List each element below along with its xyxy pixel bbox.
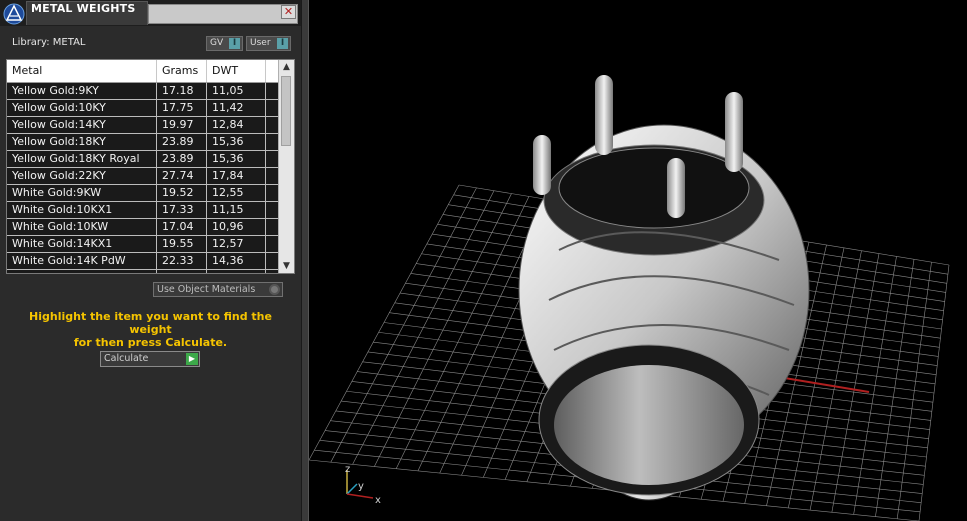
metal-cell: Yellow Gold:22KY	[7, 168, 157, 184]
use-object-materials-label: Use Object Materials	[157, 284, 256, 295]
calculate-label: Calculate	[104, 353, 149, 364]
dwt-cell: 10,96	[207, 219, 266, 235]
grams-cell: 19.52	[157, 185, 207, 201]
grid-line	[831, 253, 880, 513]
grams-cell: 19.97	[157, 117, 207, 133]
gv-toggle-indicator: I	[229, 38, 240, 49]
grid-line	[875, 259, 915, 517]
metal-cell: Yellow Gold:14KY	[7, 117, 157, 133]
gizmo-y-label: y	[358, 481, 364, 492]
column-header-metal[interactable]: Metal	[7, 60, 157, 82]
axis-gizmo: z y x	[345, 464, 381, 506]
grams-cell: 17.33	[157, 202, 207, 218]
table-row[interactable]: White Gold:10KW 17.04 10,96	[7, 219, 279, 236]
instruction-line-1: Highlight the item you want to find the …	[29, 310, 272, 336]
table-row[interactable]: Yellow Gold:14KY 19.97 12,84	[7, 117, 279, 134]
grams-cell: 17.18	[157, 83, 207, 99]
ring-model	[518, 75, 810, 501]
column-header-dwt[interactable]: DWT	[207, 60, 266, 82]
gizmo-x-axis	[346, 493, 374, 499]
title-bar-fill	[148, 4, 298, 24]
table-row[interactable]: Yellow Gold:18KY 23.89 15,36	[7, 134, 279, 151]
grams-cell: 27.74	[157, 168, 207, 184]
dwt-cell: 17,84	[207, 168, 266, 184]
radio-indicator-icon	[269, 284, 280, 295]
metal-weights-panel: METAL WEIGHTS ✕ Library: METAL GV I User…	[0, 0, 301, 521]
grams-cell: 22.33	[157, 253, 207, 269]
dwt-cell: 14,36	[207, 253, 266, 269]
scroll-up-arrow-icon[interactable]: ▲	[279, 60, 294, 74]
metal-cell: Yellow Gold:9KY	[7, 83, 157, 99]
table-row[interactable]: White Gold:14K PdW 22.33 14,36	[7, 253, 279, 270]
dwt-cell	[207, 270, 266, 273]
table-header: Metal Grams DWT	[7, 60, 279, 83]
table-row[interactable]: White Gold:14KX1 19.55 12,57	[7, 236, 279, 253]
gv-toggle-label: GV	[210, 38, 224, 48]
dwt-cell: 12,84	[207, 117, 266, 133]
grid-line	[853, 256, 897, 515]
calculate-button[interactable]: Calculate ▶	[100, 351, 200, 367]
table-row[interactable]: White Gold:10KX1 17.33 11,15	[7, 202, 279, 219]
panel-titlebar: METAL WEIGHTS ✕	[0, 0, 301, 26]
table-row[interactable]: Yellow Gold:9KY 17.18 11,05	[7, 83, 279, 100]
table-row[interactable]: White Gold:9KW 19.52 12,55	[7, 185, 279, 202]
use-object-materials-toggle[interactable]: Use Object Materials	[153, 282, 283, 297]
gizmo-y-axis	[346, 483, 358, 495]
close-button[interactable]: ✕	[281, 5, 296, 19]
library-label: Library: METAL	[12, 37, 86, 48]
panel-title: METAL WEIGHTS	[31, 2, 136, 15]
grams-cell: 17.75	[157, 100, 207, 116]
metal-cell: White Gold:10KX1	[7, 202, 157, 218]
grid-line	[896, 262, 932, 519]
metal-weights-table[interactable]: Metal Grams DWT Yellow Gold:9KY 17.18 11,0…	[6, 59, 295, 274]
app-logo-icon	[3, 3, 25, 25]
user-library-toggle[interactable]: User I	[246, 36, 291, 51]
table-row[interactable]: Yellow Gold:22KY 27.74 17,84	[7, 168, 279, 185]
scroll-down-arrow-icon[interactable]: ▼	[279, 259, 294, 273]
gizmo-z-label: z	[345, 464, 350, 475]
column-header-grams[interactable]: Grams	[157, 60, 207, 82]
grams-cell	[157, 270, 207, 273]
user-toggle-label: User	[250, 38, 271, 48]
panel-splitter[interactable]	[301, 0, 309, 521]
table-row-partial[interactable]	[7, 270, 279, 273]
grid-line	[918, 264, 950, 521]
gizmo-x-label: x	[375, 495, 381, 506]
table-body: Yellow Gold:9KY 17.18 11,05 Yellow Gold:10…	[7, 83, 279, 273]
table-row[interactable]: Yellow Gold:18KY Royal 23.89 15,36	[7, 151, 279, 168]
play-arrow-icon: ▶	[186, 353, 198, 365]
metal-cell: Yellow Gold:10KY	[7, 100, 157, 116]
dwt-cell: 11,15	[207, 202, 266, 218]
metal-cell: White Gold:9KW	[7, 185, 157, 201]
instruction-line-2: for then press Calculate.	[73, 336, 228, 349]
gv-library-toggle[interactable]: GV I	[206, 36, 243, 51]
dwt-cell: 12,57	[207, 236, 266, 252]
3d-viewport[interactable]: z y x	[309, 0, 967, 521]
dwt-cell: 11,05	[207, 83, 266, 99]
metal-cell: Yellow Gold:18KY Royal	[7, 151, 157, 167]
grid-line	[809, 250, 862, 511]
metal-cell: White Gold:14KX1	[7, 236, 157, 252]
dwt-cell: 15,36	[207, 134, 266, 150]
dwt-cell: 11,42	[207, 100, 266, 116]
table-row[interactable]: Yellow Gold:10KY 17.75 11,42	[7, 100, 279, 117]
user-toggle-indicator: I	[277, 38, 288, 49]
viewport-canvas[interactable]: z y x	[309, 0, 967, 521]
grams-cell: 19.55	[157, 236, 207, 252]
table-scrollbar[interactable]: ▲ ▼	[278, 60, 294, 273]
metal-cell: White Gold:10KW	[7, 219, 157, 235]
grams-cell: 23.89	[157, 134, 207, 150]
metal-cell: White Gold:14K PdW	[7, 253, 157, 269]
metal-cell	[7, 270, 157, 273]
dwt-cell: 15,36	[207, 151, 266, 167]
metal-cell: Yellow Gold:18KY	[7, 134, 157, 150]
grams-cell: 17.04	[157, 219, 207, 235]
dwt-cell: 12,55	[207, 185, 266, 201]
instruction-text: Highlight the item you want to find the …	[10, 310, 291, 349]
grams-cell: 23.89	[157, 151, 207, 167]
scroll-thumb[interactable]	[281, 76, 291, 146]
